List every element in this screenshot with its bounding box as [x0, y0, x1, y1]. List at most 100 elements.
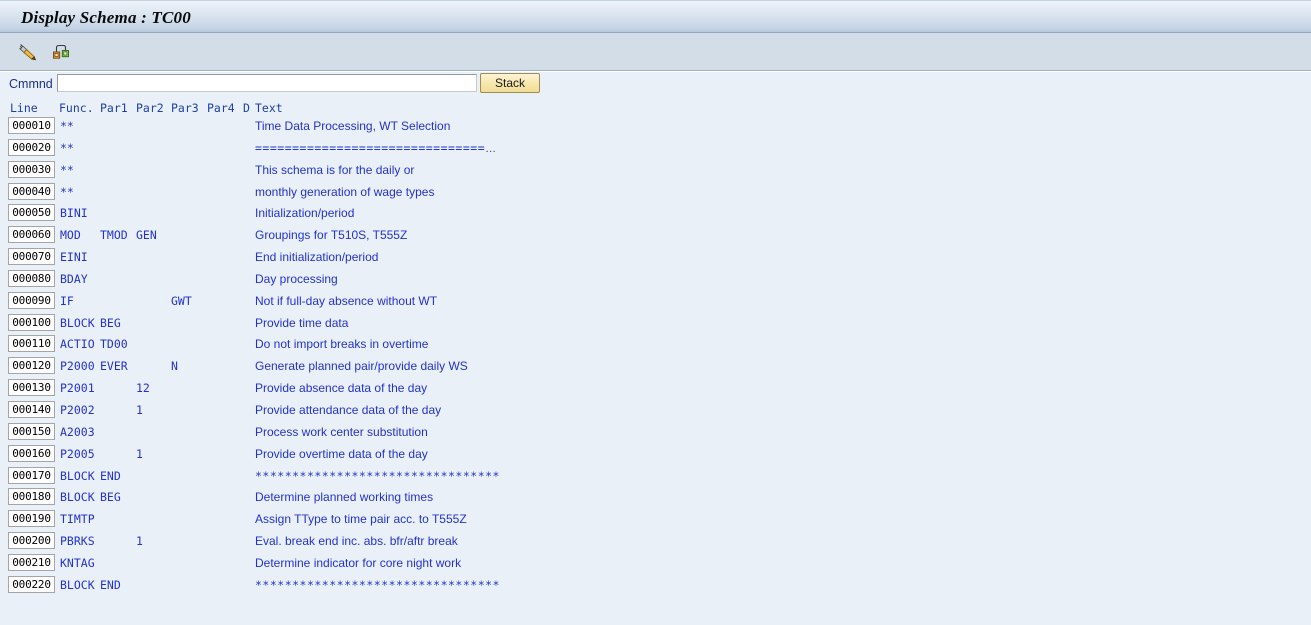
table-row[interactable]: 000010 ** Time Data Processing, WT Selecti…	[0, 116, 1311, 138]
cell-func[interactable]: BLOCK	[60, 490, 95, 504]
cell-par2[interactable]: GEN	[136, 228, 157, 242]
cell-func[interactable]: P2000	[60, 359, 95, 373]
line-number-field[interactable]: 000070	[8, 248, 55, 266]
line-number-field[interactable]: 000160	[8, 444, 55, 462]
cell-text[interactable]: Generate planned pair/provide daily WS	[255, 359, 468, 373]
cell-text[interactable]: Groupings for T510S, T555Z	[255, 228, 407, 242]
cell-text[interactable]: Not if full-day absence without WT	[255, 294, 437, 308]
cell-func[interactable]: ACTIO	[60, 337, 95, 351]
table-row[interactable]: 000190 TIMTP Assign TType to time pair acc…	[0, 509, 1311, 531]
cell-func[interactable]: P2005	[60, 447, 95, 461]
cell-text[interactable]: Initialization/period	[255, 206, 354, 220]
cell-par2[interactable]: 12	[136, 381, 150, 395]
cell-func[interactable]: EINI	[60, 250, 88, 264]
cell-func[interactable]: **	[60, 119, 74, 133]
table-row[interactable]: 000150 A2003 Process work center substitut…	[0, 422, 1311, 444]
line-number-field[interactable]: 000040	[8, 182, 55, 200]
table-row[interactable]: 000210 KNTAG Determine indicator for core …	[0, 553, 1311, 575]
cell-text[interactable]: Assign TType to time pair acc. to T555Z	[255, 512, 467, 526]
cell-par3[interactable]: N	[171, 359, 178, 373]
cell-text[interactable]: Provide overtime data of the day	[255, 447, 428, 461]
line-number-field[interactable]: 000110	[8, 335, 55, 353]
cell-par2[interactable]: 1	[136, 534, 143, 548]
change-mode-pencil-icon-button[interactable]	[14, 39, 40, 63]
line-number-field[interactable]: 000140	[8, 400, 55, 418]
cell-func[interactable]: P2001	[60, 381, 95, 395]
cell-text[interactable]: Process work center substitution	[255, 425, 428, 439]
table-row[interactable]: 000140 P2002 1 Provide attendance data of t…	[0, 400, 1311, 422]
cell-func[interactable]: BINI	[60, 206, 88, 220]
line-number-field[interactable]: 000100	[8, 313, 55, 331]
cell-text[interactable]: *********************************	[255, 469, 500, 483]
table-row[interactable]: 000040 ** monthly generation of wage types	[0, 182, 1311, 204]
cell-func[interactable]: BLOCK	[60, 469, 95, 483]
cell-par1[interactable]: TD00	[100, 337, 128, 351]
table-row[interactable]: 000080 BDAY Day processing	[0, 269, 1311, 291]
table-row[interactable]: 000020 ** ===============================…	[0, 138, 1311, 160]
table-row[interactable]: 000100 BLOCK BEG Provide time data	[0, 313, 1311, 335]
command-input[interactable]	[57, 74, 477, 92]
cell-func[interactable]: PBRKS	[60, 534, 95, 548]
table-row[interactable]: 000130 P2001 12 Provide absence data of the…	[0, 378, 1311, 400]
cell-text[interactable]: Determine planned working times	[255, 490, 433, 504]
cell-par1[interactable]: BEG	[100, 316, 121, 330]
table-row[interactable]: 000070 EINI End initialization/period	[0, 247, 1311, 269]
cell-text[interactable]: Determine indicator for core night work	[255, 556, 461, 570]
line-number-field[interactable]: 000130	[8, 379, 55, 397]
table-row[interactable]: 000170 BLOCK END **************************…	[0, 466, 1311, 488]
cell-func[interactable]: **	[60, 163, 74, 177]
line-number-field[interactable]: 000170	[8, 466, 55, 484]
line-number-field[interactable]: 000030	[8, 160, 55, 178]
cell-text[interactable]: End initialization/period	[255, 250, 378, 264]
cell-par1[interactable]: BEG	[100, 490, 121, 504]
stack-button[interactable]: Stack	[480, 73, 540, 93]
table-row[interactable]: 000060 MOD TMOD GEN Groupings for T510S, T55…	[0, 225, 1311, 247]
line-number-field[interactable]: 000090	[8, 291, 55, 309]
cell-func[interactable]: BLOCK	[60, 316, 95, 330]
cell-par1[interactable]: TMOD	[100, 228, 128, 242]
line-number-field[interactable]: 000050	[8, 204, 55, 222]
line-number-field[interactable]: 000200	[8, 532, 55, 550]
table-row[interactable]: 000160 P2005 1 Provide overtime data of the…	[0, 444, 1311, 466]
table-row[interactable]: 000120 P2000 EVER N Generate planned pair/pr…	[0, 356, 1311, 378]
cell-text[interactable]: *********************************	[255, 578, 500, 592]
cell-par1[interactable]: EVER	[100, 359, 128, 373]
cell-text[interactable]: Time Data Processing, WT Selection	[255, 119, 450, 133]
table-row[interactable]: 000110 ACTIO TD00 Do not import breaks in o…	[0, 334, 1311, 356]
line-number-field[interactable]: 000060	[8, 226, 55, 244]
cell-func[interactable]: **	[60, 141, 74, 155]
cell-func[interactable]: **	[60, 185, 74, 199]
cell-par2[interactable]: 1	[136, 447, 143, 461]
cell-func[interactable]: P2002	[60, 403, 95, 417]
table-row[interactable]: 000030 ** This schema is for the daily or	[0, 160, 1311, 182]
cell-text[interactable]: Day processing	[255, 272, 338, 286]
cell-par1[interactable]: END	[100, 578, 121, 592]
cell-func[interactable]: IF	[60, 294, 74, 308]
table-row[interactable]: 000090 IF GWT Not if full-day absence witho…	[0, 291, 1311, 313]
cell-func[interactable]: MOD	[60, 228, 81, 242]
line-number-field[interactable]: 000080	[8, 269, 55, 287]
table-row[interactable]: 000050 BINI Initialization/period	[0, 203, 1311, 225]
schema-hierarchy-icon-button[interactable]	[48, 39, 74, 63]
line-number-field[interactable]: 000220	[8, 575, 55, 593]
cell-func[interactable]: BLOCK	[60, 578, 95, 592]
cell-text[interactable]: Eval. break end inc. abs. bfr/aftr break	[255, 534, 458, 548]
cell-func[interactable]: A2003	[60, 425, 95, 439]
table-row[interactable]: 000220 BLOCK END **************************…	[0, 575, 1311, 597]
line-number-field[interactable]: 000010	[8, 117, 55, 134]
cell-par3[interactable]: GWT	[171, 294, 192, 308]
table-row[interactable]: 000200 PBRKS 1 Eval. break end inc. abs. bf…	[0, 531, 1311, 553]
line-number-field[interactable]: 000210	[8, 553, 55, 571]
line-number-field[interactable]: 000120	[8, 357, 55, 375]
cell-text[interactable]: monthly generation of wage types	[255, 185, 434, 199]
cell-func[interactable]: BDAY	[60, 272, 88, 286]
cell-text[interactable]: Provide attendance data of the day	[255, 403, 441, 417]
cell-text[interactable]: Provide time data	[255, 316, 348, 330]
cell-func[interactable]: KNTAG	[60, 556, 95, 570]
cell-par2[interactable]: 1	[136, 403, 143, 417]
cell-func[interactable]: TIMTP	[60, 512, 95, 526]
line-number-field[interactable]: 000150	[8, 422, 55, 440]
line-number-field[interactable]: 000190	[8, 510, 55, 528]
cell-text[interactable]: Provide absence data of the day	[255, 381, 427, 395]
cell-text[interactable]: ===============================…	[255, 141, 496, 155]
